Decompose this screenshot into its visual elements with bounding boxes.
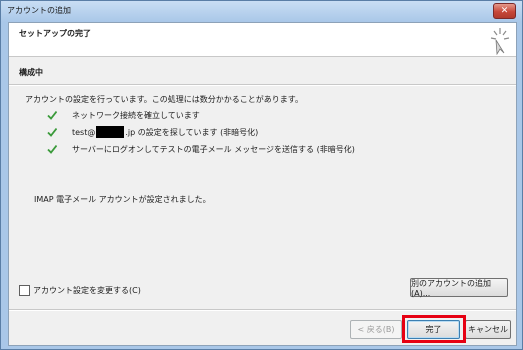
footer-divider (9, 309, 516, 311)
wizard-sparkle-icon (490, 28, 510, 55)
back-label: < 戻る(B) (357, 325, 395, 334)
result-message: IMAP 電子メール アカウントが設定されました。 (34, 195, 211, 204)
cancel-button[interactable]: キャンセル (465, 320, 511, 339)
section-description: アカウントの設定を行っています。この処理には数分かかることがあります。 (25, 95, 303, 104)
section-title: 構成中 (19, 68, 43, 77)
checkbox-label[interactable]: アカウント設定を変更する(C) (33, 285, 141, 296)
check-icon (47, 110, 57, 120)
check-icon (47, 127, 57, 137)
task-item: ネットワーク接続を確立しています (47, 108, 200, 122)
task-text-prefix: test@ (72, 127, 96, 137)
task-item: test@ .jp の設定を探しています (非暗号化) (47, 125, 258, 139)
page-title: セットアップの完了 (19, 29, 91, 38)
task-text: ネットワーク接続を確立しています (72, 110, 200, 120)
cancel-label: キャンセル (468, 325, 508, 334)
add-another-account-button[interactable]: 別のアカウントの追加(A)... (410, 278, 508, 298)
check-icon (47, 144, 57, 154)
task-text-suffix: .jp の設定を探しています (非暗号化) (125, 127, 259, 137)
title-bar[interactable]: アカウントの追加 ✕ (1, 1, 522, 22)
change-settings-checkbox[interactable]: アカウント設定を変更する(C) (19, 285, 141, 296)
section-divider (9, 84, 516, 86)
window-title: アカウントの追加 (7, 6, 71, 15)
checkbox-box[interactable] (19, 285, 30, 296)
dialog-body: セットアップの完了 構成中 アカウントの設定を行っています。この処理には数分かか… (8, 22, 517, 346)
close-icon: ✕ (500, 6, 509, 16)
back-button[interactable]: < 戻る(B) (350, 320, 402, 339)
add-account-dialog: アカウントの追加 ✕ セットアップの完了 構成中 アカウントの設定を行っています… (0, 0, 523, 350)
add-another-account-label: 別のアカウントの追加(A)... (411, 278, 491, 298)
close-button[interactable]: ✕ (493, 3, 516, 19)
task-item: サーバーにログオンしてテストの電子メール メッセージを送信する (非暗号化) (47, 142, 355, 156)
wizard-header: セットアップの完了 (9, 23, 516, 57)
redaction-block (96, 126, 125, 138)
finish-button-highlight (402, 315, 466, 343)
task-text: サーバーにログオンしてテストの電子メール メッセージを送信する (非暗号化) (72, 144, 355, 154)
